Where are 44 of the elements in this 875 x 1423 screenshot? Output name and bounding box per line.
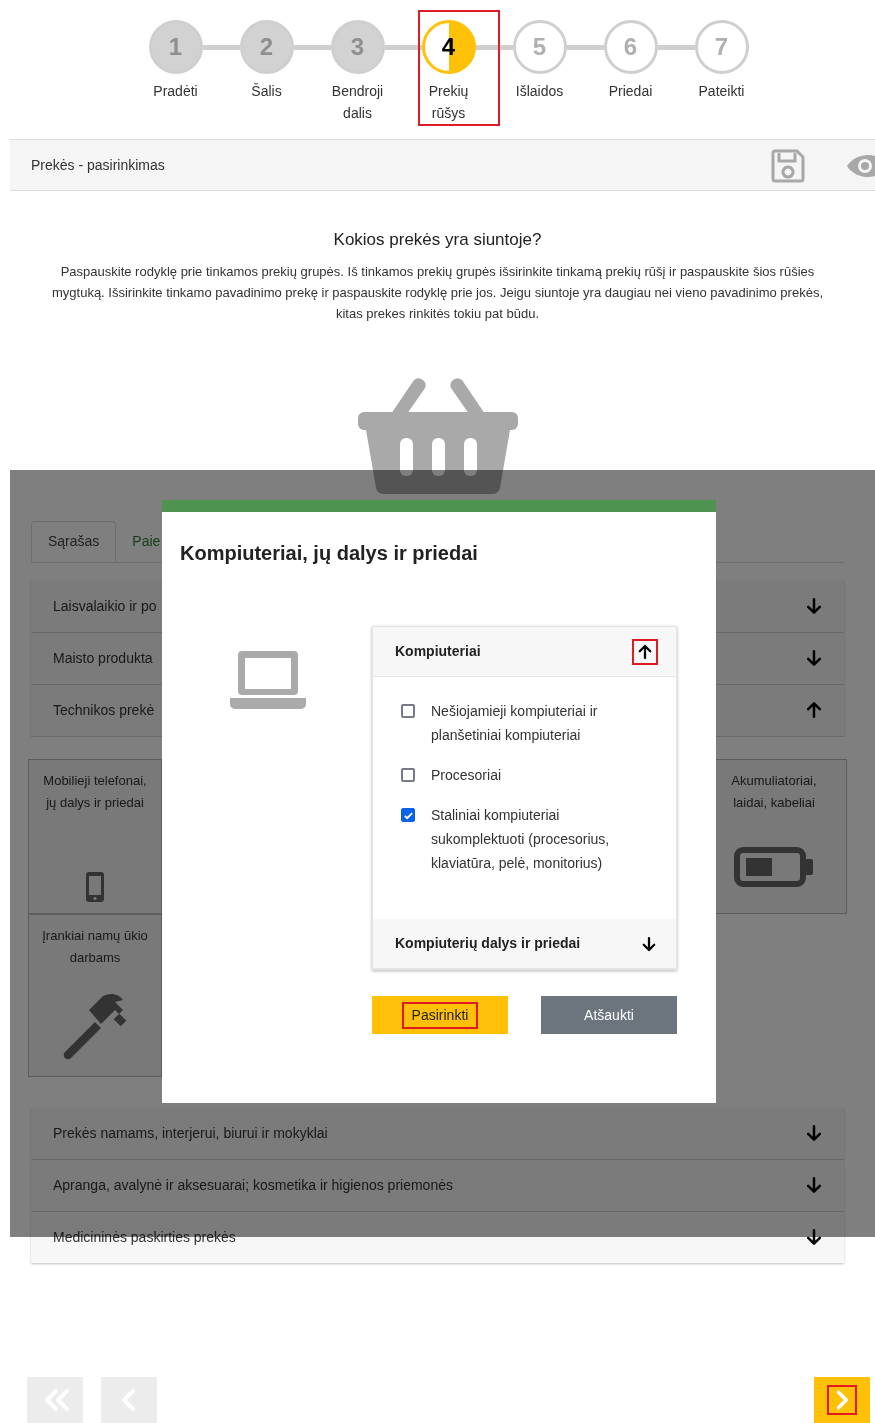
step-connector [475, 44, 513, 50]
question-title: Kokios prekės yra siuntoje? [332, 229, 543, 251]
tab[interactable]: Sąrašas [31, 520, 117, 562]
step-connector [293, 44, 331, 50]
checkbox[interactable] [401, 704, 415, 718]
category-row[interactable]: Prekės namams, interjerui, biurui ir mokyklai [31, 1107, 844, 1159]
next-button[interactable] [814, 1377, 870, 1423]
instructions-text: Paspauskite rodyklę prie tinkamos prekių grupės. Iš tinkamos prekių grupės išsirinkite tinkamą prekių rūšį ir paspauskite šios rūšies mygtuką. Išsirinkite tinkamo pavadinimo prekę ir paspauskite rodyklę prie jos. Jeigu siuntoje yra daugiau nei vieno pavadinimo prekės, kitas prekes rinkitės tokiu pat būdu. [51, 262, 824, 323]
step-label: Išlaidos [514, 82, 565, 101]
step-label: Priedai [607, 82, 654, 101]
checkbox[interactable] [401, 808, 415, 822]
tab[interactable]: Paie [116, 520, 161, 562]
category-card[interactable]: Įrankiai namų ūkio darbams [28, 913, 162, 1077]
laptop-icon [230, 650, 306, 710]
category-row[interactable]: Apranga, avalynė ir aksesuarai; kosmetika ir higienos priemonės [31, 1159, 844, 1211]
step-connector [384, 44, 422, 50]
checkbox-label[interactable]: Nešiojamieji kompiuteriai ir planšetiniai kompiuteriai [431, 699, 640, 747]
checkbox-label[interactable]: Procesoriai [431, 763, 502, 787]
step-connector [657, 44, 695, 50]
phone-icon [85, 870, 105, 903]
step-label: Pateikti [697, 82, 746, 101]
step-label: Pradėti [152, 82, 199, 101]
down-arrow-icon[interactable] [640, 934, 658, 953]
step-label: Šalis [250, 82, 283, 101]
step-connector [202, 44, 240, 50]
checkbox-label[interactable]: Staliniai kompiuteriai sukomplektuoti (procesorius, klaviatūra, pelė, monitorius) [431, 803, 640, 875]
toolbar-title: Prekės - pasirinkimas [31, 155, 165, 175]
checkbox[interactable] [401, 768, 415, 782]
chevron-icon[interactable] [827, 1385, 857, 1415]
select-button[interactable]: Pasirinkti [372, 996, 508, 1034]
down-arrow-icon[interactable] [804, 1227, 824, 1247]
modal-title: Kompiuteriai, jų dalys ir priedai [180, 541, 479, 566]
card-label: Akumuliatoriai, laidai, kabeliai [730, 771, 818, 812]
step-connector [566, 44, 604, 50]
accordion-header[interactable]: Kompiuterių dalys ir priedai [373, 919, 676, 969]
cancel-button[interactable]: Atšaukti [541, 996, 677, 1034]
category-row[interactable]: Medicininės paskirties prekės [31, 1211, 844, 1263]
category-card[interactable]: Mobilieji telefonai, jų dalys ir priedai [28, 758, 162, 914]
step-label: Bendroji dalis [330, 82, 385, 123]
card-label: Mobilieji telefonai, jų dalys ir priedai [42, 771, 148, 812]
accordion-header[interactable]: Kompiuteriai [373, 627, 676, 677]
card-label: Įrankiai namų ūkio darbams [41, 926, 149, 967]
step-label: Prekių rūšys [427, 82, 470, 123]
battery-icon [734, 846, 814, 887]
